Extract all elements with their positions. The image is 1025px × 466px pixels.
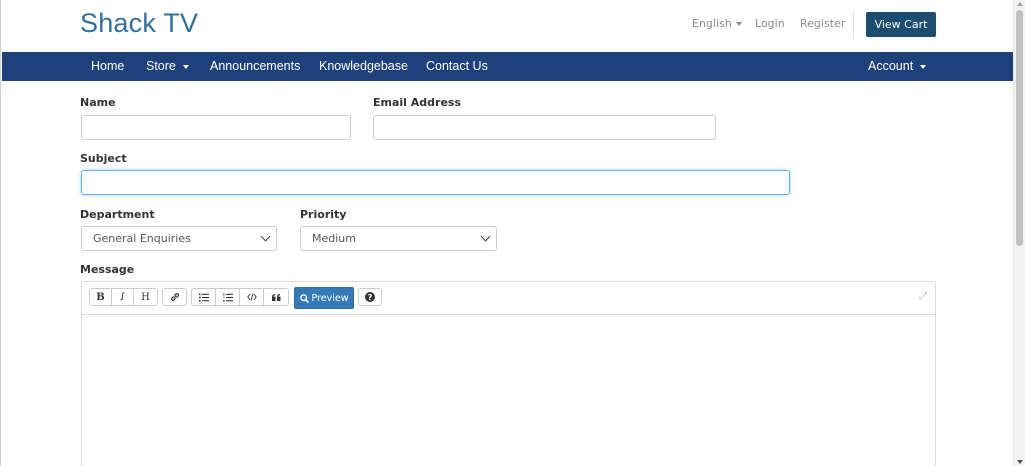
preview-button[interactable]: Preview <box>294 287 354 309</box>
caret-down-icon <box>735 22 742 26</box>
quote-button[interactable] <box>263 288 289 306</box>
login-link[interactable]: Login <box>755 17 785 30</box>
help-button[interactable]: ? <box>358 288 382 306</box>
nav-home[interactable]: Home <box>91 52 124 81</box>
chevron-down-icon <box>480 231 491 242</box>
language-label: English <box>692 17 732 30</box>
header-divider <box>853 12 854 38</box>
email-label: Email Address <box>373 96 462 109</box>
site-logo[interactable]: Shack TV <box>80 8 198 39</box>
bold-button[interactable]: B <box>89 288 112 306</box>
nav-store[interactable]: Store <box>146 52 189 81</box>
vertical-scrollbar[interactable] <box>1013 0 1025 466</box>
search-icon <box>299 293 309 303</box>
nav-knowledgebase[interactable]: Knowledgebase <box>319 52 408 81</box>
scrollbar-thumb[interactable] <box>1016 10 1023 246</box>
code-icon <box>246 293 257 301</box>
nav-account-label: Account <box>868 59 914 73</box>
caret-down-icon <box>182 64 189 69</box>
heading-button[interactable]: H <box>133 288 158 306</box>
italic-icon: I <box>120 291 125 303</box>
name-label: Name <box>80 96 116 109</box>
link-icon <box>170 293 179 301</box>
scroll-up-arrow-icon[interactable] <box>1017 2 1023 6</box>
department-label: Department <box>80 208 155 221</box>
subject-input[interactable] <box>81 170 790 195</box>
quote-icon <box>271 293 280 301</box>
preview-label: Preview <box>311 292 349 304</box>
caret-down-icon <box>920 64 927 69</box>
register-link[interactable]: Register <box>800 17 845 30</box>
nav-announcements[interactable]: Announcements <box>210 52 300 81</box>
nav-store-label: Store <box>146 59 176 73</box>
nav-account[interactable]: Account <box>868 52 927 81</box>
message-textarea[interactable] <box>82 315 935 466</box>
chevron-down-icon <box>260 231 271 242</box>
message-label: Message <box>80 263 135 276</box>
name-input[interactable] <box>81 115 351 140</box>
email-input[interactable] <box>373 115 716 140</box>
view-cart-button[interactable]: View Cart <box>866 12 936 37</box>
link-button[interactable] <box>162 288 187 306</box>
bold-icon: B <box>96 291 105 303</box>
ordered-list-button[interactable] <box>215 288 240 306</box>
scroll-down-arrow-icon[interactable] <box>1017 460 1023 464</box>
department-selected-value: General Enquiries <box>93 232 191 245</box>
editor-toolbar: B I H Preview ? ⤢ <box>82 282 935 315</box>
priority-select[interactable]: Medium <box>300 226 497 251</box>
heading-icon: H <box>141 291 150 303</box>
page: Shack TV English Login Register View Car… <box>0 0 1014 466</box>
ordered-list-icon <box>222 292 233 301</box>
department-select[interactable]: General Enquiries <box>81 226 277 251</box>
help-icon: ? <box>365 292 375 302</box>
code-button[interactable] <box>239 288 264 306</box>
main-navbar: Home Store Announcements Knowledgebase C… <box>2 52 1014 81</box>
nav-contact-us[interactable]: Contact Us <box>426 52 488 81</box>
priority-selected-value: Medium <box>312 232 356 245</box>
unordered-list-icon <box>198 293 209 301</box>
italic-button[interactable]: I <box>111 288 134 306</box>
expand-icon[interactable]: ⤢ <box>919 291 927 302</box>
priority-label: Priority <box>300 208 347 221</box>
message-editor: B I H Preview ? ⤢ <box>81 281 936 466</box>
unordered-list-button[interactable] <box>191 288 216 306</box>
subject-label: Subject <box>80 152 127 165</box>
language-selector[interactable]: English <box>692 17 742 30</box>
